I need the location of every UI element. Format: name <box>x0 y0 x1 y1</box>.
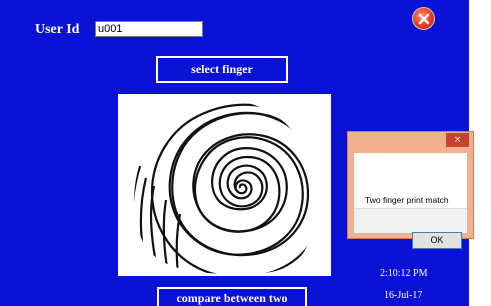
fingerprint-image <box>118 94 331 276</box>
time-display: 2:10:12 PM <box>380 268 428 279</box>
close-icon: × <box>453 135 462 145</box>
userid-label: User Id <box>35 22 80 37</box>
match-dialog: × Two finger print match OK <box>347 131 474 249</box>
date-display: 16-Jul-17 <box>384 290 423 301</box>
close-icon <box>418 13 429 24</box>
compare-button[interactable]: compare between two <box>157 287 307 306</box>
fingerprint-drawing <box>134 103 318 275</box>
userid-input[interactable]: u001 <box>95 21 203 37</box>
dialog-message: Two finger print match <box>365 195 449 205</box>
dialog-close-button[interactable]: × <box>446 133 469 147</box>
close-button[interactable] <box>412 7 435 30</box>
dialog-body: Two finger print match OK <box>354 153 467 249</box>
dialog-footer <box>354 208 467 233</box>
ok-button[interactable]: OK <box>412 232 462 249</box>
select-finger-button[interactable]: select finger <box>156 56 288 83</box>
